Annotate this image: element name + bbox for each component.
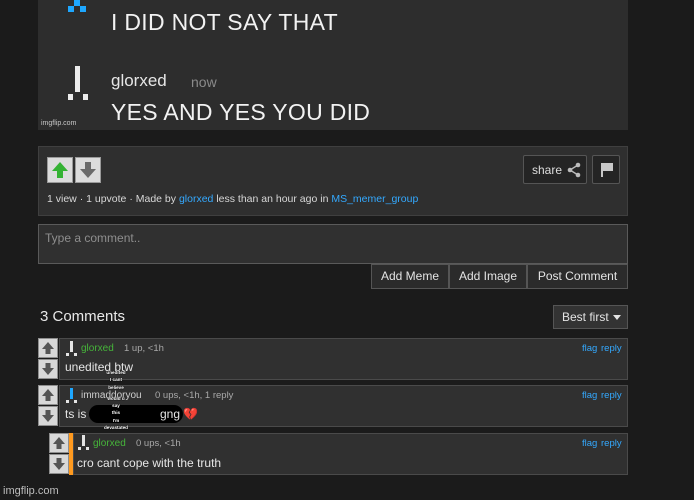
up-arrow-icon <box>42 342 54 354</box>
user-avatar-icon <box>78 435 90 451</box>
up-arrow-icon <box>42 389 54 401</box>
meme-watermark: imgflip.com <box>41 120 77 127</box>
share-icon <box>567 162 581 178</box>
sort-dropdown[interactable]: Best first <box>553 305 628 329</box>
comment-text-end: gng 💔 <box>160 407 199 421</box>
flag-button[interactable] <box>592 155 620 184</box>
comment-username[interactable]: glorxed <box>81 343 114 354</box>
comment-downvote-button[interactable] <box>38 359 58 379</box>
comment-downvote-button[interactable] <box>38 406 58 426</box>
blue-pixel-avatar-icon <box>68 0 92 14</box>
up-arrow-icon <box>53 437 65 449</box>
white-pixel-avatar-icon <box>68 66 90 104</box>
comment-upvote-button[interactable] <box>38 385 58 405</box>
comment-meta: 0 ups, <1h, 1 reply <box>155 390 234 401</box>
down-arrow-icon <box>80 162 96 178</box>
author-link[interactable]: glorxed <box>179 193 213 205</box>
downvote-button[interactable] <box>75 157 101 183</box>
up-arrow-icon <box>52 162 68 178</box>
meme-message-1: I DID NOT SAY THAT <box>111 9 338 35</box>
footer-watermark: imgflip.com <box>3 485 59 497</box>
comment-text: cro cant cope with the truth <box>77 456 222 470</box>
post-meta: 1 view · 1 upvote · Made by glorxed less… <box>47 193 419 205</box>
flag-icon <box>601 163 613 177</box>
down-arrow-icon <box>42 410 54 422</box>
stream-link[interactable]: MS_memer_group <box>331 193 418 205</box>
down-arrow-icon <box>53 458 65 470</box>
time-label: less than an hour ago in <box>216 193 329 205</box>
add-image-button[interactable]: Add Image <box>449 264 527 289</box>
comment-input[interactable] <box>38 224 628 264</box>
made-by-label: Made by <box>135 193 177 205</box>
comment-reply-link[interactable]: reply <box>601 390 622 401</box>
comment-meta: 0 ups, <1h <box>136 438 181 449</box>
comments-count-title: 3 Comments <box>40 308 126 325</box>
caret-down-icon <box>613 315 621 320</box>
add-meme-button[interactable]: Add Meme <box>371 264 449 289</box>
meme-image: I DID NOT SAY THAT glorxed now YES AND Y… <box>38 0 628 130</box>
comment-flag-link[interactable]: flag <box>582 390 597 401</box>
upvote-button[interactable] <box>47 157 73 183</box>
comment-reply-link[interactable]: reply <box>601 343 622 354</box>
upvote-count: 1 upvote <box>86 193 127 205</box>
comment-upvote-button[interactable] <box>49 433 69 453</box>
comment-username[interactable]: glorxed <box>93 438 126 449</box>
user-avatar-icon <box>66 341 78 357</box>
post-info-panel: share 1 view · 1 upvote · Made by glorxe… <box>38 146 628 216</box>
view-count: 1 view <box>47 193 77 205</box>
comment-meta: 1 up, <1h <box>124 343 164 354</box>
share-button[interactable]: share <box>523 155 587 184</box>
comment-text-start: ts is <box>65 407 87 421</box>
sort-label: Best first <box>562 310 609 324</box>
comment-upvote-button[interactable] <box>38 338 58 358</box>
user-avatar-icon <box>66 388 78 404</box>
meme-message-2: YES AND YES YOU DID <box>111 99 371 125</box>
share-label: share <box>532 163 563 177</box>
comment-flag-link[interactable]: flag <box>582 343 597 354</box>
comment-downvote-button[interactable] <box>49 454 69 474</box>
meme-username: glorxed <box>111 71 167 90</box>
down-arrow-icon <box>42 363 54 375</box>
meme-timestamp: now <box>191 74 217 90</box>
post-comment-button[interactable]: Post Comment <box>527 264 628 289</box>
comment-flag-link[interactable]: flag <box>582 438 597 449</box>
overlay-caption: unedited I cant believe would u say this… <box>103 370 128 431</box>
comment-reply-link[interactable]: reply <box>601 438 622 449</box>
